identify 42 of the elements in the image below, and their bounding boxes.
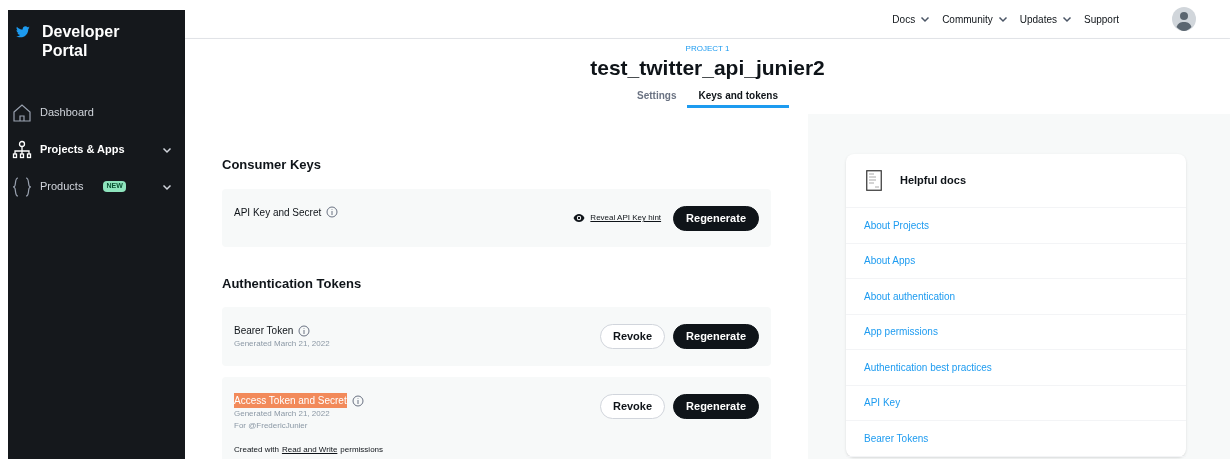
brand-title: Developer Portal	[42, 22, 121, 60]
hierarchy-icon	[12, 139, 32, 160]
regenerate-button[interactable]: Regenerate	[673, 394, 759, 419]
sidebar-label: Dashboard	[40, 105, 94, 121]
nav-link[interactable]: Community	[942, 11, 1009, 27]
note-text: permissions	[340, 444, 384, 456]
permissions-link[interactable]: Read and Write	[281, 444, 338, 456]
revoke-button[interactable]: Revoke	[599, 394, 666, 419]
document-icon	[866, 170, 882, 191]
revoke-button[interactable]: Revoke	[599, 324, 666, 349]
tab[interactable]: Settings	[626, 86, 688, 108]
regenerate-button[interactable]: Regenerate	[673, 324, 759, 349]
nav-link[interactable]: Docs	[892, 11, 932, 27]
docs-title: Helpful docs	[900, 173, 966, 189]
info-icon	[351, 394, 364, 407]
section-title: Authentication Tokens	[222, 274, 363, 293]
sidebar-label: Products	[40, 179, 84, 195]
avatar-icon[interactable]	[1172, 7, 1196, 31]
info-icon	[298, 324, 311, 337]
detail-text: Generated March 21, 2022	[234, 408, 331, 420]
section-title: Consumer Keys	[222, 156, 322, 174]
info-icon	[326, 206, 339, 218]
project-title: test_twitter_api_junier2	[590, 55, 825, 81]
nav-link[interactable]: Updates	[1019, 11, 1073, 27]
sidebar-label: Projects & Apps	[40, 142, 125, 158]
sidebar-item[interactable]: Projects & Apps	[8, 131, 185, 168]
key-name: Access Token and Secret	[234, 393, 347, 408]
key-name: Bearer Token	[234, 324, 294, 338]
project-label: PROJECT 1	[685, 44, 730, 53]
reveal-hint-link[interactable]: Reveal API Key hint	[590, 212, 662, 224]
tab[interactable]: Keys and tokens	[687, 86, 789, 108]
key-name: API Key and Secret	[234, 205, 322, 220]
bird-logo-icon	[16, 26, 30, 38]
home-icon	[12, 102, 32, 123]
regenerate-button[interactable]: Regenerate	[673, 205, 759, 231]
braces-icon	[12, 176, 32, 197]
nav-link[interactable]: Support	[1083, 11, 1119, 27]
detail-text: For @FredericJunier	[234, 420, 309, 432]
note-text: Created with	[234, 444, 279, 456]
eye-icon	[573, 212, 586, 224]
sidebar-item[interactable]: Dashboard	[8, 94, 185, 131]
detail-text: Generated March 21, 2022	[234, 338, 330, 350]
